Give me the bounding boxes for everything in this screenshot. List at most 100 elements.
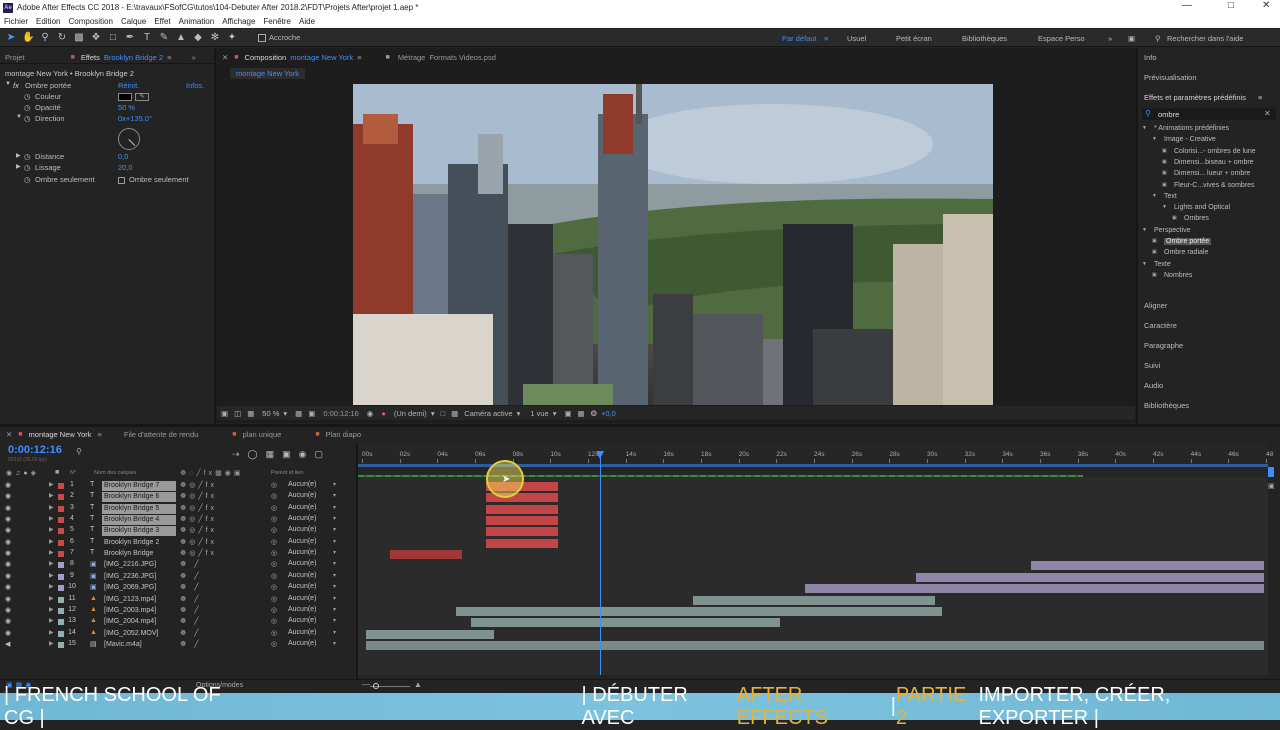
prop-value-distance[interactable]: 0,0 [118,152,128,161]
layer-parent-select[interactable]: Aucun(e) [288,538,316,545]
expand-layer-icon[interactable]: ▶ [49,492,54,499]
hand-tool-icon[interactable]: ✋ [22,32,34,44]
eye-icon[interactable]: ◉ [5,481,11,489]
col-parent-header[interactable]: Parent et lien [271,470,303,476]
eye-icon[interactable]: ◉ [5,504,11,512]
fx-icon[interactable]: fx [13,81,19,90]
layer-duration-bar[interactable] [471,618,781,628]
preset-icon[interactable]: ▣ [1172,215,1177,221]
workspace-menu-icon[interactable]: ≡ [824,34,828,43]
preset-icon[interactable]: ▣ [1162,170,1167,176]
effects-tree-item[interactable]: ▼ Lights and Optical [1138,203,1280,214]
comp-tab-prefix[interactable]: Composition [245,53,287,62]
layer-duration-bar[interactable] [915,572,1264,582]
effects-tree-item[interactable]: ▼ * Animations prédéfinies [1138,124,1280,135]
workspace-overflow-icon[interactable]: » [1108,34,1112,43]
pick-whip-icon[interactable]: ◎ [271,629,277,637]
chevron-down-icon[interactable]: ▾ [333,492,336,499]
expand-layer-icon[interactable]: ▶ [49,549,54,556]
resolution-select[interactable]: (Un demi) [394,409,427,418]
layer-row[interactable]: ◉ ▶ 4 T Brooklyn Bridge 4 ☸◎╱fx ◎ Aucun(e) ▾ [0,515,355,526]
effects-tree-item[interactable]: ▣ Nombres [1138,271,1280,282]
layer-name[interactable]: [IMG_2123.mp4] [102,595,176,605]
panel-suivi[interactable]: Suivi [1144,361,1160,370]
eye-icon[interactable]: ◉ [5,572,11,580]
menu-animation[interactable]: Animation [175,17,219,26]
panel-menu-icon[interactable]: ≡ [98,430,102,439]
workspace-default[interactable]: Par défaut [782,34,817,43]
comp-button-icon[interactable]: ▣ [1268,482,1275,490]
chevron-down-icon[interactable]: ▼ [1162,204,1167,210]
eye-icon[interactable]: ◉ [5,595,11,603]
pick-whip-icon[interactable]: ◎ [271,583,277,591]
layer-row[interactable]: ◉ ▶ 14 ▲ [IMG_2052.MOV] ☸ ╱ ◎ Aucun(e) ▾ [0,629,355,640]
chevron-down-icon[interactable]: ▾ [333,515,336,522]
close-tab-icon[interactable]: ■ [71,54,75,61]
effects-tree-item[interactable]: ▣ Ombre portée [1138,237,1280,248]
layer-row[interactable]: ◉ ▶ 1 T Brooklyn Bridge 7 ☸◎╱fx ◎ Aucun(e) ▾ [0,481,355,492]
footage-tab-name[interactable]: Formats Videos.psd [429,53,496,62]
layer-duration-bar[interactable] [486,516,558,526]
color-swatch[interactable] [118,93,132,101]
pick-whip-icon[interactable]: ◎ [271,526,277,534]
playhead-handle-icon[interactable] [596,451,605,459]
effects-search-field[interactable]: ⚲ ombre ✕ [1142,108,1276,120]
channel-icon[interactable]: ● [381,409,386,418]
comp-panel-menu-icon[interactable]: ≡ [357,53,361,62]
chevron-down-icon[interactable]: ▾ [333,617,336,624]
pick-whip-icon[interactable]: ◎ [271,617,277,625]
roi-icon[interactable]: □ [441,409,446,418]
expand-layer-icon[interactable]: ▶ [49,526,54,533]
camera-select[interactable]: Caméra active [464,409,512,418]
reset-exposure-icon[interactable]: ❂ [591,409,597,418]
menu-aide[interactable]: Aide [295,17,319,26]
panel-bibliotheques[interactable]: Bibliothèques [1144,401,1189,410]
chevron-down-icon[interactable]: ▣ [1152,249,1157,255]
workspace-petit-ecran[interactable]: Petit écran [896,34,932,43]
timeline-tab-render-queue[interactable]: File d'attente de rendu [124,430,198,439]
prop-expand-icon[interactable]: ▶ [16,163,21,170]
tab-effects[interactable]: Effets [81,53,100,62]
layer-switches-icon[interactable]: ☸ ╱ [180,583,201,591]
layer-row[interactable]: ◉ ▶ 7 T Brooklyn Bridge ☸◎╱fx ◎ Aucun(e) ▾ [0,549,355,560]
layer-parent-select[interactable]: Aucun(e) [288,583,316,590]
grid-icon[interactable]: ▦ [295,409,302,418]
layer-parent-select[interactable]: Aucun(e) [288,549,316,556]
timeline-switches-icon[interactable]: ⇢◯▦▣◉▢ [232,449,331,460]
zoom-select[interactable]: 50 % [262,409,279,418]
pick-whip-icon[interactable]: ◎ [271,515,277,523]
chevron-down-icon[interactable]: ▾ [333,549,336,556]
layer-label-color[interactable] [58,607,64,614]
zoom-slider-thumb[interactable] [373,683,379,689]
layer-parent-select[interactable]: Aucun(e) [288,504,316,511]
direction-dial[interactable] [118,128,140,150]
layer-label-color[interactable] [58,619,64,626]
pick-whip-icon[interactable]: ◎ [271,504,277,512]
expand-layer-icon[interactable]: ▶ [49,572,54,579]
chevron-down-icon[interactable]: ▾ [553,409,557,418]
layer-name[interactable]: [IMG_2216.JPG] [102,560,176,570]
eye-icon[interactable]: ◉ [5,538,11,546]
layer-name[interactable]: Brooklyn Bridge 5 [102,503,176,514]
layer-parent-select[interactable]: Aucun(e) [288,515,316,522]
pick-whip-icon[interactable]: ◎ [271,572,277,580]
layer-row[interactable]: ◉ ▶ 6 T Brooklyn Bridge 2 ☸◎╱fx ◎ Aucun(e) ▾ [0,538,355,549]
layer-label-color[interactable] [58,539,64,546]
chevron-down-icon[interactable]: ▼ [1152,193,1157,199]
eye-icon[interactable]: ◉ [5,492,11,500]
layer-label-color[interactable] [58,494,64,501]
transparency-icon[interactable]: ▦ [451,409,458,418]
col-layer-name-header[interactable]: Nom des calques [94,470,137,476]
layer-parent-select[interactable]: Aucun(e) [288,560,316,567]
chevron-down-icon[interactable]: ▾ [333,572,336,579]
prop-value-direction[interactable]: 0x+135,0° [118,114,152,123]
layer-switches-icon[interactable]: ☸ ╱ [180,640,201,648]
eraser-tool-icon[interactable]: ◆ [192,32,204,44]
workspace-bibliotheques[interactable]: Bibliothèques [962,34,1007,43]
mask-icon[interactable]: ▣ [308,409,315,418]
chevron-down-icon[interactable]: ▼ [1142,261,1147,267]
fast-preview-icon[interactable]: ▣ [564,409,571,418]
clone-stamp-tool-icon[interactable]: ▲ [175,32,187,44]
layer-label-color[interactable] [58,630,64,637]
menu-fichier[interactable]: Fichier [0,17,32,26]
